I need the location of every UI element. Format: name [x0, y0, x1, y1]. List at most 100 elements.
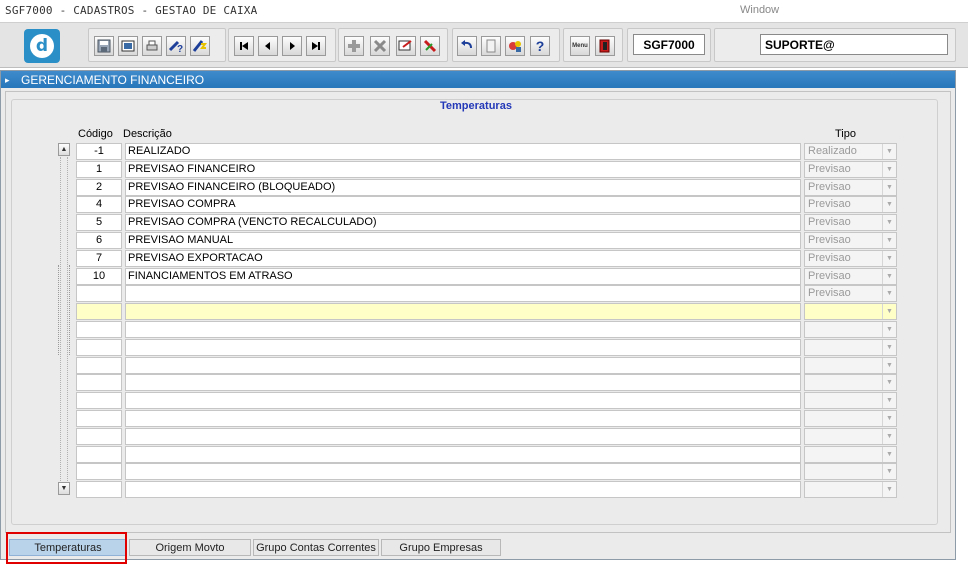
chevron-down-icon[interactable]: ▼ — [882, 375, 896, 391]
copy-icon[interactable] — [481, 36, 501, 56]
code-cell[interactable]: 10 — [76, 267, 122, 285]
tipo-select[interactable]: ▼ — [804, 410, 897, 427]
description-cell[interactable] — [125, 392, 801, 410]
code-cell[interactable]: 7 — [76, 249, 122, 267]
delete-record-icon[interactable] — [370, 36, 390, 56]
code-cell[interactable] — [76, 321, 122, 338]
scroll-thumb[interactable] — [58, 265, 70, 355]
execute-query-icon[interactable] — [190, 36, 210, 56]
settings-icon[interactable] — [505, 36, 525, 56]
description-cell[interactable]: PREVISAO FINANCEIRO — [125, 160, 801, 178]
tipo-select[interactable]: ▼ — [804, 338, 897, 356]
description-cell[interactable] — [125, 356, 801, 374]
chevron-down-icon[interactable]: ▼ — [882, 250, 896, 266]
scroll-up-icon[interactable]: ▲ — [58, 143, 70, 156]
print-preview-icon[interactable] — [118, 36, 138, 56]
chevron-down-icon[interactable]: ▼ — [882, 482, 896, 498]
chevron-down-icon[interactable]: ▼ — [882, 322, 896, 337]
tipo-select[interactable]: ▼ — [804, 427, 897, 445]
tipo-select[interactable]: ▼ — [804, 321, 897, 338]
tipo-select[interactable]: Previsao ▼ — [804, 178, 897, 196]
query-help-icon[interactable]: ? — [166, 36, 186, 56]
chevron-down-icon[interactable]: ▼ — [882, 233, 896, 248]
chevron-down-icon[interactable]: ▼ — [882, 393, 896, 409]
chevron-down-icon[interactable]: ▼ — [882, 197, 896, 213]
tipo-select[interactable]: Previsao ▼ — [804, 285, 897, 303]
code-cell[interactable]: 4 — [76, 196, 122, 214]
code-cell[interactable]: -1 — [76, 143, 122, 160]
description-cell[interactable] — [125, 338, 801, 356]
code-cell[interactable]: 2 — [76, 178, 122, 196]
previous-record-icon[interactable] — [258, 36, 278, 56]
vertical-scrollbar[interactable]: ▲ ▼ — [58, 143, 70, 495]
description-cell[interactable]: PREVISAO FINANCEIRO (BLOQUEADO) — [125, 178, 801, 196]
tipo-select[interactable]: Previsao ▼ — [804, 249, 897, 267]
tipo-select[interactable]: ▼ — [804, 374, 897, 392]
duplicate-icon[interactable] — [396, 36, 416, 56]
chevron-down-icon[interactable]: ▼ — [882, 144, 896, 159]
chevron-down-icon[interactable]: ▼ — [882, 304, 896, 320]
code-cell[interactable] — [76, 392, 122, 410]
chevron-down-icon[interactable]: ▼ — [882, 339, 896, 355]
tipo-select[interactable]: ▼ — [804, 303, 897, 321]
tipo-select[interactable]: ▼ — [804, 463, 897, 481]
description-cell[interactable] — [125, 410, 801, 427]
tipo-select[interactable]: ▼ — [804, 392, 897, 410]
exit-icon[interactable] — [595, 36, 615, 56]
chevron-down-icon[interactable]: ▼ — [882, 357, 896, 373]
chevron-down-icon[interactable]: ▼ — [882, 161, 896, 177]
menu-icon[interactable]: Menu — [570, 36, 590, 56]
description-cell[interactable] — [125, 285, 801, 303]
chevron-down-icon[interactable]: ▼ — [882, 215, 896, 231]
description-cell[interactable] — [125, 445, 801, 463]
insert-record-icon[interactable] — [344, 36, 364, 56]
tipo-select[interactable]: ▼ — [804, 445, 897, 463]
undo-icon[interactable] — [457, 36, 477, 56]
tab-grupo-empresas[interactable]: Grupo Empresas — [381, 539, 501, 556]
description-cell[interactable]: REALIZADO — [125, 143, 801, 160]
description-cell[interactable]: PREVISAO EXPORTACAO — [125, 249, 801, 267]
description-cell[interactable]: PREVISAO MANUAL — [125, 232, 801, 249]
help-icon[interactable]: ? — [530, 36, 550, 56]
window-menu[interactable]: Window — [740, 4, 779, 16]
chevron-down-icon[interactable]: ▼ — [882, 464, 896, 480]
code-cell[interactable]: 1 — [76, 160, 122, 178]
description-cell[interactable]: PREVISAO COMPRA (VENCTO RECALCULADO) — [125, 214, 801, 232]
code-cell[interactable] — [76, 303, 122, 321]
tab-grupo-contas-correntes[interactable]: Grupo Contas Correntes — [253, 539, 379, 556]
description-cell[interactable] — [125, 481, 801, 499]
code-cell[interactable] — [76, 356, 122, 374]
chevron-down-icon[interactable]: ▼ — [882, 428, 896, 444]
code-cell[interactable] — [76, 481, 122, 499]
tipo-select[interactable]: Previsao ▼ — [804, 232, 897, 249]
code-cell[interactable]: 6 — [76, 232, 122, 249]
chevron-down-icon[interactable]: ▼ — [882, 411, 896, 426]
code-cell[interactable] — [76, 410, 122, 427]
clear-icon[interactable] — [420, 36, 440, 56]
tipo-select[interactable]: Realizado ▼ — [804, 143, 897, 160]
chevron-down-icon[interactable]: ▼ — [882, 268, 896, 284]
tab-origem-movto[interactable]: Origem Movto — [129, 539, 251, 556]
chevron-down-icon[interactable]: ▼ — [882, 446, 896, 462]
chevron-down-icon[interactable]: ▼ — [882, 286, 896, 302]
tipo-select[interactable]: ▼ — [804, 481, 897, 499]
chevron-down-icon[interactable]: ▼ — [882, 179, 896, 195]
description-cell[interactable] — [125, 374, 801, 392]
first-record-icon[interactable] — [234, 36, 254, 56]
code-cell[interactable] — [76, 463, 122, 481]
code-cell[interactable] — [76, 374, 122, 392]
description-cell[interactable] — [125, 427, 801, 445]
print-icon[interactable] — [142, 36, 162, 56]
description-cell[interactable] — [125, 321, 801, 338]
save-icon[interactable] — [94, 36, 114, 56]
scroll-down-icon[interactable]: ▼ — [58, 482, 70, 495]
description-cell[interactable] — [125, 303, 801, 321]
code-cell[interactable] — [76, 427, 122, 445]
tipo-select[interactable]: Previsao ▼ — [804, 267, 897, 285]
tipo-select[interactable]: Previsao ▼ — [804, 160, 897, 178]
last-record-icon[interactable] — [306, 36, 326, 56]
description-cell[interactable]: PREVISAO COMPRA — [125, 196, 801, 214]
next-record-icon[interactable] — [282, 36, 302, 56]
description-cell[interactable] — [125, 463, 801, 481]
tipo-select[interactable]: ▼ — [804, 356, 897, 374]
